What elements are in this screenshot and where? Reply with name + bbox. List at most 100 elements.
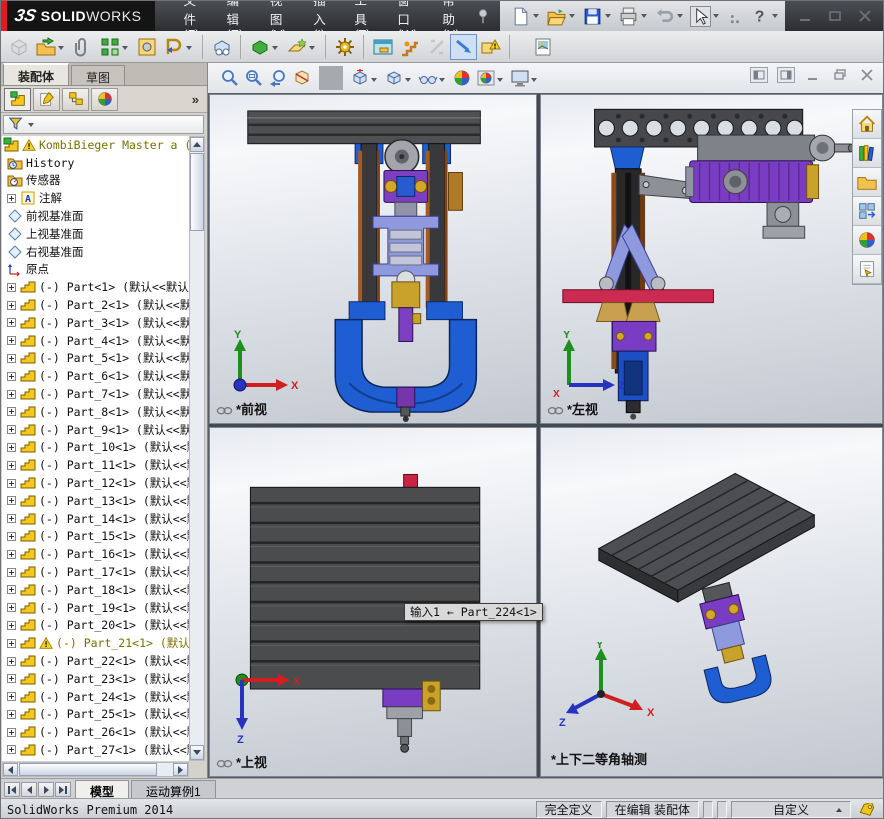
view-toolbar-button[interactable]: [508, 66, 532, 90]
expand-plus-icon[interactable]: [7, 514, 16, 523]
status-custom-dropdown[interactable]: 自定义: [731, 801, 851, 818]
tree-item[interactable]: (-) Part_23<1> (默认<<默: [2, 670, 189, 688]
tree-item[interactable]: (-) Part_3<1> (默认<<默: [2, 314, 189, 332]
feature-manager-tab[interactable]: [62, 88, 89, 111]
toolbar-button[interactable]: [325, 35, 326, 59]
dropdown-arrow-icon[interactable]: [531, 78, 537, 82]
view-toolbar-button[interactable]: [348, 66, 372, 90]
expand-plus-icon[interactable]: [7, 674, 16, 683]
task-pane-tab[interactable]: [853, 255, 881, 284]
toolbar-button[interactable]: [202, 35, 203, 59]
quick-access-button[interactable]: [726, 6, 747, 27]
toolbar-button[interactable]: [363, 35, 364, 59]
toolbar-button[interactable]: [509, 35, 510, 59]
doc-restore-button[interactable]: [831, 67, 849, 83]
viewport-top[interactable]: X Z *上视: [209, 427, 537, 777]
dropdown-arrow-icon[interactable]: [605, 14, 611, 18]
dropdown-arrow-icon[interactable]: [58, 46, 64, 50]
expand-plus-icon[interactable]: [7, 301, 16, 310]
tree-item[interactable]: (-) Part_9<1> (默认<<默: [2, 421, 189, 439]
toolbar-button[interactable]: [96, 34, 123, 60]
expand-plus-icon[interactable]: [7, 425, 16, 434]
quick-access-button[interactable]: [618, 6, 652, 27]
tree-item[interactable]: 前视基准面: [2, 207, 189, 225]
tree-item[interactable]: (-) Part_27<1> (默认<<默: [2, 741, 189, 759]
expand-plus-icon[interactable]: [7, 461, 16, 470]
last-tab-button[interactable]: [55, 782, 71, 797]
tree-item[interactable]: (-) Part_19<1> (默认<<默: [2, 599, 189, 617]
toolbar-button[interactable]: [240, 35, 241, 59]
study-tab[interactable]: 模型: [75, 780, 129, 798]
minimize-button[interactable]: [795, 7, 815, 25]
expand-plus-icon[interactable]: [7, 550, 16, 559]
expand-plus-icon[interactable]: [7, 479, 16, 488]
toolbar-button[interactable]: [331, 34, 358, 60]
toolbar-button[interactable]: [529, 34, 556, 60]
scrollbar-thumb[interactable]: [19, 763, 157, 776]
expand-plus-icon[interactable]: [7, 336, 16, 345]
tree-item[interactable]: (-) Part_15<1> (默认<<默: [2, 528, 189, 546]
scroll-up-button[interactable]: [190, 137, 204, 152]
quick-access-button[interactable]: [510, 6, 544, 27]
tree-item[interactable]: (-) Part_18<1> (默认<<默: [2, 581, 189, 599]
dropdown-arrow-icon[interactable]: [533, 14, 539, 18]
tree-item[interactable]: (-) Part_10<1> (默认<<默: [2, 439, 189, 457]
toolbar-button[interactable]: [208, 34, 235, 60]
toolbar-button[interactable]: [69, 34, 96, 60]
tree-item[interactable]: History: [2, 154, 189, 172]
task-pane-tab[interactable]: [853, 197, 881, 226]
tree-item[interactable]: (-) Part_16<1> (默认<<默: [2, 545, 189, 563]
tree-item[interactable]: (-) Part_2<1> (默认<<默: [2, 296, 189, 314]
expand-plus-icon[interactable]: [7, 692, 16, 701]
tree-item[interactable]: (-) Part_11<1> (默认<<默: [2, 456, 189, 474]
view-toolbar-button[interactable]: [319, 66, 343, 90]
expand-plus-icon[interactable]: [7, 657, 16, 666]
expand-plus-icon[interactable]: [7, 194, 16, 203]
view-toolbar-button[interactable]: [218, 66, 242, 90]
scroll-down-button[interactable]: [190, 745, 204, 760]
collapse-right-pane-icon[interactable]: [777, 67, 795, 83]
tree-item[interactable]: (-) Part_20<1> (默认<<默: [2, 617, 189, 635]
viewport-front[interactable]: Y X *前视: [209, 94, 537, 424]
dropdown-arrow-icon[interactable]: [569, 14, 575, 18]
tree-horizontal-scrollbar[interactable]: [2, 762, 189, 777]
tree-item[interactable]: 右视基准面: [2, 243, 189, 261]
view-toolbar-button[interactable]: [474, 66, 498, 90]
scrollbar-thumb[interactable]: [190, 153, 204, 231]
tree-item[interactable]: (-) Part_13<1> (默认<<默: [2, 492, 189, 510]
toolbar-button[interactable]: [450, 34, 477, 60]
expand-plus-icon[interactable]: [7, 621, 16, 630]
toolbar-button[interactable]: [246, 34, 273, 60]
tree-item[interactable]: 上视基准面: [2, 225, 189, 243]
quick-access-button[interactable]: [690, 6, 724, 27]
view-toolbar-button[interactable]: [382, 66, 406, 90]
expand-plus-icon[interactable]: [7, 585, 16, 594]
expand-plus-icon[interactable]: [7, 710, 16, 719]
expand-plus-icon[interactable]: [7, 568, 16, 577]
toolbar-button[interactable]: [32, 34, 59, 60]
toolbar-button[interactable]: [133, 34, 160, 60]
task-pane-tab[interactable]: [853, 226, 881, 255]
doc-minimize-button[interactable]: [804, 67, 822, 83]
expand-plus-icon[interactable]: [7, 283, 16, 292]
filter-dropdown-arrow-icon[interactable]: [28, 123, 34, 127]
dropdown-arrow-icon[interactable]: [122, 46, 128, 50]
viewport-left[interactable]: Y Z X *左视: [540, 94, 883, 424]
expand-plus-icon[interactable]: [7, 390, 16, 399]
expand-plus-icon[interactable]: [7, 318, 16, 327]
tree-item[interactable]: (-) Part_25<1> (默认<<默: [2, 706, 189, 724]
toolbar-button[interactable]: [283, 34, 310, 60]
view-toolbar-button[interactable]: [266, 66, 290, 90]
toolbar-button[interactable]: [396, 34, 423, 60]
panel-tab[interactable]: 装配体: [3, 63, 69, 85]
tree-item[interactable]: (-) Part_5<1> (默认<<默: [2, 350, 189, 368]
expand-plus-icon[interactable]: [7, 372, 16, 381]
toolbar-button[interactable]: [5, 34, 32, 60]
dropdown-arrow-icon[interactable]: [497, 78, 503, 82]
collapse-left-pane-icon[interactable]: [750, 67, 768, 83]
view-toolbar-button[interactable]: [290, 66, 314, 90]
first-tab-button[interactable]: [4, 782, 20, 797]
feature-manager-tab[interactable]: [33, 88, 60, 111]
expand-plus-icon[interactable]: [7, 407, 16, 416]
feature-manager-tab[interactable]: [4, 88, 31, 111]
